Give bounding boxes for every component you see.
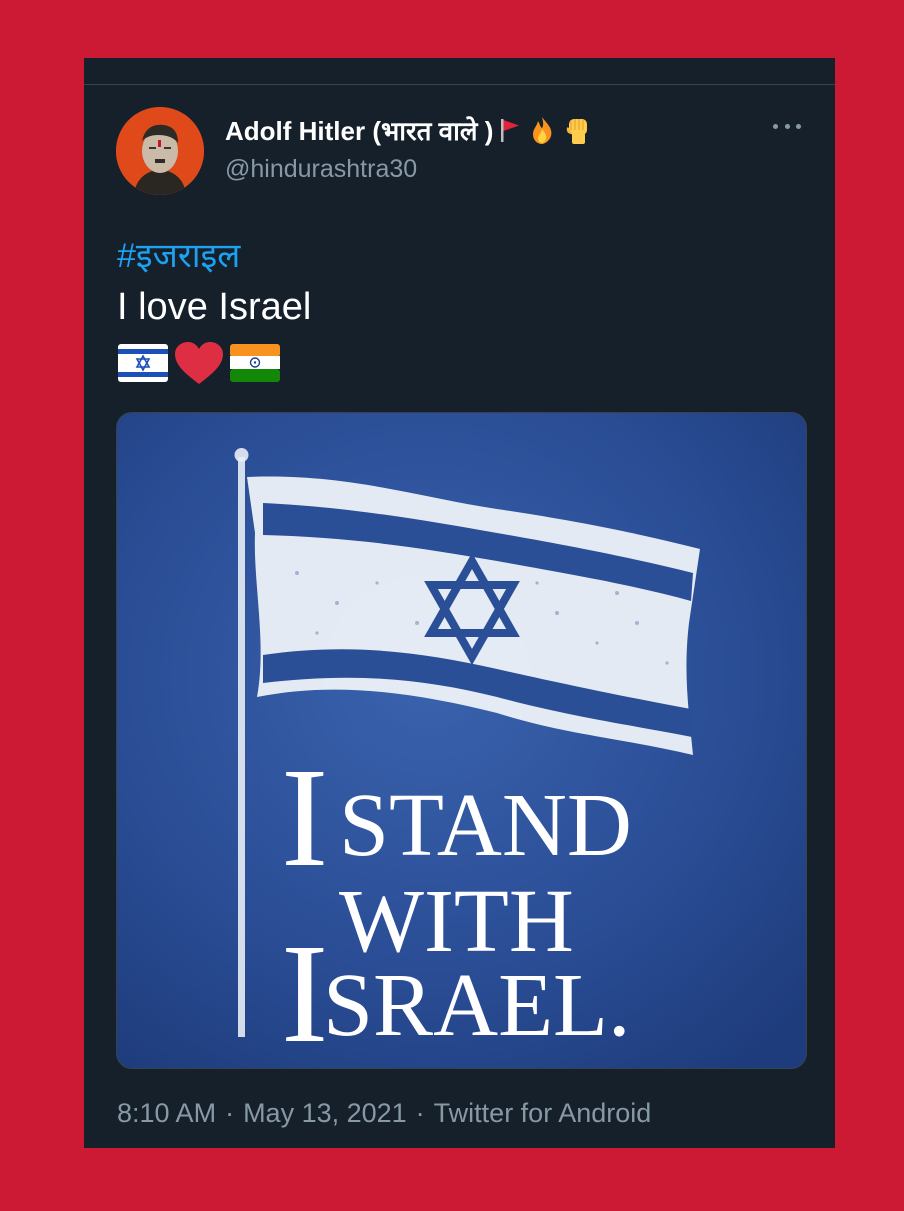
- avatar-portrait-icon: [116, 107, 204, 195]
- tweet-text: I love Israel: [117, 286, 312, 328]
- user-handle[interactable]: @hindurashtra30: [225, 155, 417, 184]
- separator: ·: [225, 1098, 235, 1128]
- display-name[interactable]: Adolf Hitler (भारत वाले ): [225, 112, 493, 148]
- more-options-icon[interactable]: [773, 116, 801, 136]
- india-flag-icon: [229, 343, 281, 388]
- dot: [796, 123, 801, 129]
- hashtag-link[interactable]: #इजराइल: [117, 231, 240, 277]
- red-flag-icon: [499, 117, 521, 143]
- emoji-row: [117, 340, 281, 391]
- tweet-metadata: 8:10 AM · May 13, 2021 · Twitter for Android: [117, 1098, 651, 1129]
- tweet-image[interactable]: I STAND WITH I SRAEL.: [116, 412, 807, 1069]
- red-heart-icon: [173, 340, 225, 391]
- dot: [773, 123, 778, 129]
- tweet-card[interactable]: Adolf Hitler (भारत वाले ) @hindurashtra3…: [84, 58, 835, 1148]
- slogan-stand: STAND: [339, 776, 632, 875]
- divider: [84, 84, 835, 85]
- tweet-time[interactable]: 8:10 AM: [117, 1098, 216, 1128]
- slogan-big-i-1: I: [281, 738, 328, 896]
- raised-fist-icon: [563, 114, 593, 146]
- avatar[interactable]: [116, 107, 204, 195]
- tweet-date[interactable]: May 13, 2021: [243, 1098, 407, 1128]
- flagpole: [238, 457, 245, 1037]
- tweet-source[interactable]: Twitter for Android: [434, 1098, 652, 1128]
- israel-flag-icon: [117, 343, 169, 388]
- israel-flag-poster: I STAND WITH I SRAEL.: [117, 413, 806, 1068]
- separator: ·: [415, 1098, 425, 1128]
- slogan-big-i-2: I: [281, 914, 328, 1068]
- display-name-row[interactable]: Adolf Hitler (भारत वाले ): [225, 112, 593, 148]
- fire-icon: [527, 115, 557, 145]
- flagpole-finial: [234, 448, 249, 462]
- slogan-israel: SRAEL.: [323, 956, 631, 1055]
- dot: [784, 123, 790, 129]
